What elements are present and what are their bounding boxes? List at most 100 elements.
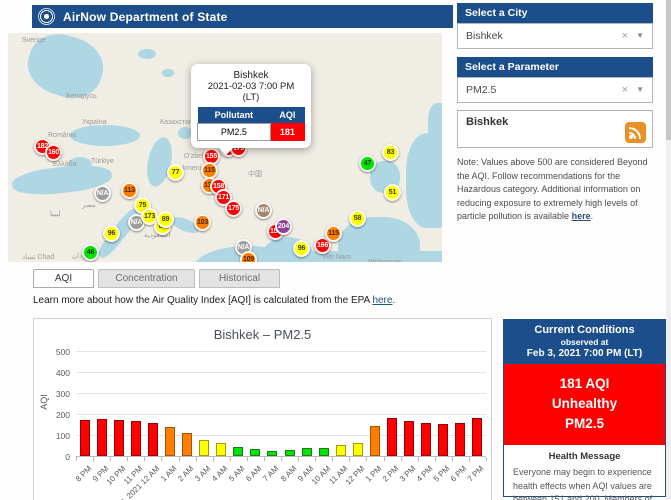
chart-bar[interactable] (148, 423, 158, 456)
app-header: AirNow Department of State (32, 5, 453, 28)
map-country-label: Казахстан (160, 119, 193, 126)
chart-x-tick (179, 457, 180, 461)
aqi-map-marker[interactable]: 113 (121, 182, 138, 199)
chart-x-tick (315, 457, 316, 461)
aqi-note-text: Note: Values above 500 are considered Be… (457, 157, 647, 221)
map-popup: Bishkek 2021-02-03 7:00 PM (LT) Pollutan… (191, 64, 311, 148)
current-conditions-title: Current Conditions (506, 324, 663, 336)
chart-bar[interactable] (438, 424, 448, 456)
map-country-label: Việt Nam (322, 254, 351, 261)
city-clear-icon[interactable]: × (622, 24, 628, 48)
chart-x-tick (332, 457, 333, 461)
city-select[interactable]: Bishkek × ▼ (457, 23, 653, 49)
learn-more-text: Learn more about how the Air Quality Ind… (33, 295, 395, 306)
aqi-map-marker[interactable]: 115 (325, 225, 342, 242)
chart-x-tick-label: 1 PM (364, 464, 384, 484)
learn-more-here-link[interactable]: here (372, 295, 392, 306)
parameter-caret-icon[interactable]: ▼ (636, 78, 644, 102)
aqi-map-marker[interactable]: 47 (359, 155, 376, 172)
chart-bar[interactable] (472, 418, 482, 456)
chart-bar[interactable] (199, 440, 209, 456)
chart-bar[interactable] (182, 433, 192, 456)
map-country-label: ليبيا (50, 210, 61, 218)
chart-tabs: AQI Concentration Historical (33, 269, 284, 288)
chart-bar[interactable] (250, 449, 260, 456)
chart-bar[interactable] (319, 448, 329, 456)
chart-bar[interactable] (131, 421, 141, 456)
aqi-map-marker[interactable]: 77 (167, 164, 184, 181)
aqi-note-here-link[interactable]: here (572, 211, 591, 221)
aqi-map-marker[interactable]: N/A (94, 185, 111, 202)
chart-bar[interactable] (216, 443, 226, 456)
scrollbar-thumb[interactable] (666, 0, 671, 140)
page-scrollbar[interactable] (666, 0, 671, 500)
aqi-map-marker[interactable]: 96 (103, 225, 120, 242)
chart-x-tick (144, 457, 145, 461)
chart-bar[interactable] (336, 445, 346, 456)
chart-bar[interactable] (421, 423, 431, 456)
map-country-label: مصر (82, 201, 96, 209)
rss-feed-box: Bishkek (457, 110, 653, 148)
chart-bar[interactable] (302, 448, 312, 456)
chart-bar[interactable] (370, 426, 380, 456)
aqi-map-marker[interactable]: 109 (240, 251, 257, 262)
observed-at-label: observed at (506, 337, 663, 347)
chart-x-tick (110, 457, 111, 461)
aqi-map-marker[interactable]: 103 (194, 214, 211, 231)
chart-x-tick (486, 457, 487, 461)
chart-y-tick-label: 0 (42, 452, 70, 462)
chart-bar[interactable] (353, 443, 363, 456)
chart-bar[interactable] (455, 423, 465, 456)
chart-x-tick-label: 4 AM (210, 464, 229, 483)
chart-x-tick (469, 457, 470, 461)
aqi-note: Note: Values above 500 are considered Be… (457, 156, 655, 224)
chart-bar[interactable] (285, 450, 295, 456)
chart-bar[interactable] (165, 427, 175, 456)
tab-historical[interactable]: Historical (199, 269, 280, 288)
chart-bar[interactable] (267, 451, 277, 456)
current-aqi-category: Unhealthy (504, 394, 665, 414)
aqi-map-marker[interactable]: 175 (225, 200, 242, 217)
map-country-label: Philippines (368, 259, 402, 262)
chart-y-tick-label: 500 (42, 347, 70, 357)
chart-bar[interactable] (80, 420, 90, 456)
city-caret-icon[interactable]: ▼ (636, 24, 644, 48)
page: AirNow Department of State SverigeБелару… (0, 0, 671, 500)
chart-x-tick-label: 3 AM (193, 464, 212, 483)
chart-x-tick-label: 6 AM (244, 464, 263, 483)
chart-x-tick-label: 2 PM (381, 464, 401, 484)
map-country-label: Sverige (22, 37, 46, 44)
chart-bar[interactable] (404, 421, 414, 456)
tab-concentration[interactable]: Concentration (98, 269, 195, 288)
aqi-map-marker[interactable]: 160 (45, 144, 62, 161)
chart-bar[interactable] (114, 420, 124, 456)
tab-aqi[interactable]: AQI (33, 269, 94, 288)
rss-icon[interactable] (625, 122, 646, 143)
aqi-map-marker[interactable]: 83 (382, 144, 399, 161)
chart-x-tick-label: 4 PM (415, 464, 435, 484)
chart-x-tick (384, 457, 385, 461)
chart-x-tick (264, 457, 265, 461)
aqi-map-marker[interactable]: N/A (255, 202, 272, 219)
map-country-label: Україна (82, 119, 107, 126)
select-parameter-header: Select a Parameter (457, 57, 653, 77)
aqi-map-marker[interactable]: 96 (293, 240, 310, 257)
health-message-text: Everyone may begin to experience health … (513, 466, 656, 500)
chart-x-tick (213, 457, 214, 461)
chart-y-tick-label: 200 (42, 410, 70, 420)
chart-bar[interactable] (233, 447, 243, 456)
chart-x-tick (230, 457, 231, 461)
chart-x-tick (281, 457, 282, 461)
chart-bar[interactable] (387, 418, 397, 456)
aqi-map-marker[interactable]: 89 (157, 211, 174, 228)
aqi-map-marker[interactable]: 58 (349, 210, 366, 227)
aqi-map-marker[interactable]: 46 (82, 244, 99, 261)
parameter-clear-icon[interactable]: × (622, 78, 628, 102)
aqi-map-marker[interactable]: 51 (384, 184, 401, 201)
chart-gridline (76, 393, 486, 394)
chart-x-tick (298, 457, 299, 461)
aqi-map-marker[interactable]: 204 (275, 218, 292, 235)
map-country-label: Ελλάδα (53, 161, 77, 168)
chart-bar[interactable] (97, 419, 107, 456)
parameter-select[interactable]: PM2.5 × ▼ (457, 77, 653, 103)
